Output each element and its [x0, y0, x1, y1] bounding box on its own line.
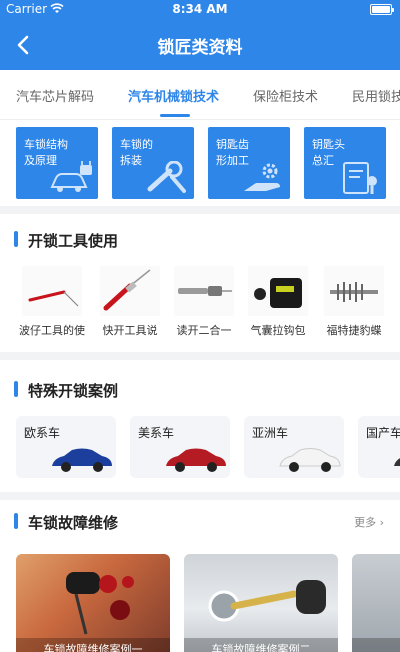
tool-image	[324, 266, 384, 316]
section-title: 开锁工具使用	[28, 232, 119, 250]
case-card-european[interactable]: 欧系车	[16, 416, 116, 478]
case-label: 欧系车	[24, 426, 61, 440]
car-lock-icon	[50, 161, 92, 192]
category-card-lock-disassembly[interactable]: 车锁的 拆装	[112, 127, 194, 199]
case-label: 美系车	[138, 426, 175, 440]
cases-section: 特殊开锁案例 欧系车 美系车 亚洲车 国产车	[0, 360, 400, 492]
gear-hand-icon	[244, 163, 280, 191]
tool-image	[100, 266, 160, 316]
car-image	[52, 448, 112, 472]
tool-caption: 福特捷豹蝶	[326, 324, 382, 337]
section-title: 车锁故障维修	[28, 514, 119, 532]
tab-mechanical-lock[interactable]: 汽车机械锁技术	[128, 86, 219, 105]
tools-section: 开锁工具使用 波仔工具的使 快开工具说 读开二合一 气囊拉钩包 福特捷豹蝶	[0, 214, 400, 352]
tool-item[interactable]: 福特捷豹蝶	[316, 266, 392, 338]
section-title: 特殊开锁案例	[28, 382, 119, 400]
status-bar: Carrier 8:34 AM	[0, 0, 400, 20]
tool-caption: 波仔工具的使	[19, 324, 85, 337]
tool-caption: 快开工具说	[102, 324, 158, 337]
page-title: 锁匠类资料	[157, 38, 243, 58]
tool-item[interactable]: 波仔工具的使	[14, 266, 90, 338]
category-card-key-cutting[interactable]: 钥匙齿 形加工	[208, 127, 290, 199]
tool-image	[22, 266, 82, 316]
category-tabs: 汽车芯片解码 汽车机械锁技术 保险柜技术 民用锁技	[0, 70, 400, 120]
category-card-lock-structure[interactable]: 车锁结构 及原理	[16, 127, 98, 199]
category-grid: 车锁结构 及原理 车锁的 拆装 钥匙齿 形加工 钥匙头 总汇	[0, 120, 400, 206]
case-label: 亚洲车	[252, 426, 289, 440]
tool-caption: 气囊拉钩包	[250, 324, 306, 337]
repair-card[interactable]: 车锁	[352, 554, 400, 652]
battery-icon	[370, 4, 394, 15]
car-image	[279, 448, 341, 472]
tool-image	[248, 266, 308, 316]
category-card-key-heads[interactable]: 钥匙头 总汇	[304, 127, 386, 199]
active-tab-indicator	[160, 114, 190, 117]
section-accent-bar	[14, 513, 18, 529]
car-image	[166, 448, 226, 472]
tab-safe[interactable]: 保险柜技术	[253, 86, 318, 105]
section-accent-bar	[14, 381, 18, 397]
tool-item[interactable]: 读开二合一	[166, 266, 242, 338]
tool-item[interactable]: 气囊拉钩包	[240, 266, 316, 338]
case-card-asian[interactable]: 亚洲车	[244, 416, 344, 478]
section-header: 车锁故障维修	[14, 512, 386, 532]
repair-section: 车锁故障维修 更多 › 车锁故障维修案例一 车锁故障维修案例二 车锁	[0, 500, 400, 652]
document-key-icon	[343, 162, 377, 194]
nav-bar: 锁匠类资料	[0, 20, 400, 70]
case-label: 国产车	[366, 426, 400, 440]
tab-chip-decoding[interactable]: 汽车芯片解码	[16, 86, 94, 105]
tab-civil-lock[interactable]: 民用锁技	[352, 86, 400, 105]
car-image	[394, 458, 400, 466]
tool-image	[174, 266, 234, 316]
wrench-icon	[147, 161, 186, 193]
more-label: 更多	[354, 516, 377, 529]
clock: 8:34 AM	[172, 2, 228, 16]
repair-caption: 车锁	[352, 638, 400, 652]
tool-caption: 读开二合一	[176, 324, 232, 337]
tool-item[interactable]: 快开工具说	[92, 266, 168, 338]
section-accent-bar	[14, 231, 18, 247]
chevron-right-icon: ›	[379, 516, 384, 529]
case-card-domestic[interactable]: 国产车	[358, 416, 400, 478]
repair-card[interactable]: 车锁故障维修案例一	[16, 554, 170, 652]
case-card-american[interactable]: 美系车	[130, 416, 230, 478]
repair-caption: 车锁故障维修案例一	[16, 638, 170, 652]
more-link[interactable]: 更多 ›	[354, 514, 384, 530]
repair-caption: 车锁故障维修案例二	[184, 638, 338, 652]
repair-card[interactable]: 车锁故障维修案例二	[184, 554, 338, 652]
